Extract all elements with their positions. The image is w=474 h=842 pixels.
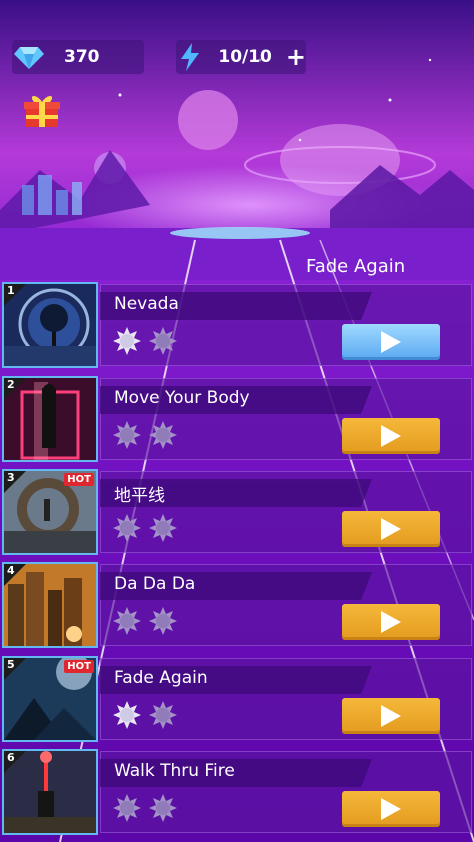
- song-row[interactable]: 4 Da Da Da: [0, 562, 474, 650]
- song-row[interactable]: 3 HOT 地平线: [0, 469, 474, 557]
- gift-icon[interactable]: [22, 93, 62, 129]
- song-row[interactable]: 1 Nevada: [0, 282, 474, 370]
- diamond-icon: [12, 40, 46, 74]
- song-cover-image[interactable]: 2: [2, 376, 98, 462]
- song-cover-image[interactable]: 1: [2, 282, 98, 368]
- song-cover-image[interactable]: 5 HOT: [2, 656, 98, 742]
- song-stars: [112, 606, 178, 636]
- play-icon: [381, 798, 401, 820]
- song-stars: [112, 513, 178, 543]
- rank-number: 3: [7, 471, 15, 484]
- song-title: Nevada: [114, 294, 179, 314]
- star-empty-icon: [113, 607, 141, 635]
- song-cover-image[interactable]: 3 HOT: [2, 469, 98, 555]
- song-stars: [112, 326, 178, 356]
- play-icon: [381, 705, 401, 727]
- song-title: Move Your Body: [114, 388, 250, 408]
- play-icon: [381, 518, 401, 540]
- star-empty-icon: [149, 514, 177, 542]
- rank-number: 4: [7, 564, 15, 577]
- song-title: Da Da Da: [114, 574, 196, 594]
- hot-badge: HOT: [64, 660, 94, 673]
- play-icon: [381, 425, 401, 447]
- play-icon: [381, 331, 401, 353]
- star-earned-icon: [113, 701, 141, 729]
- song-cover-image[interactable]: 6: [2, 749, 98, 835]
- energy-counter: 10/10 +: [176, 40, 306, 74]
- gem-counter: 370: [12, 40, 144, 74]
- rank-number: 6: [7, 751, 15, 764]
- rank-number: 5: [7, 658, 15, 671]
- song-row[interactable]: 5 HOT Fade Again: [0, 656, 474, 744]
- play-icon: [381, 611, 401, 633]
- play-button[interactable]: [342, 324, 440, 360]
- add-energy-button[interactable]: +: [286, 45, 306, 69]
- rank-number: 2: [7, 378, 15, 391]
- play-button[interactable]: [342, 698, 440, 734]
- song-stars: [112, 793, 178, 823]
- hot-badge: HOT: [64, 473, 94, 486]
- song-row[interactable]: 6 Walk Thru Fire: [0, 749, 474, 837]
- star-empty-icon: [149, 327, 177, 355]
- song-cover-image[interactable]: 4: [2, 562, 98, 648]
- song-stars: [112, 420, 178, 450]
- star-empty-icon: [149, 421, 177, 449]
- star-empty-icon: [149, 794, 177, 822]
- song-title: Walk Thru Fire: [114, 761, 235, 781]
- star-empty-icon: [113, 421, 141, 449]
- play-button[interactable]: [342, 791, 440, 827]
- star-empty-icon: [149, 701, 177, 729]
- star-empty-icon: [149, 607, 177, 635]
- song-title: 地平线: [114, 486, 165, 506]
- rank-number: 1: [7, 284, 15, 297]
- star-empty-icon: [113, 514, 141, 542]
- gem-count: 370: [64, 47, 100, 67]
- play-button[interactable]: [342, 604, 440, 640]
- energy-count: 10/10: [218, 47, 272, 67]
- now-playing-title: Fade Again: [306, 256, 406, 277]
- play-button[interactable]: [342, 418, 440, 454]
- star-earned-icon: [113, 327, 141, 355]
- play-button[interactable]: [342, 511, 440, 547]
- star-empty-icon: [113, 794, 141, 822]
- song-title: Fade Again: [114, 668, 208, 688]
- lightning-icon: [176, 40, 204, 74]
- song-row[interactable]: 2 Move Your Body: [0, 376, 474, 464]
- song-stars: [112, 700, 178, 730]
